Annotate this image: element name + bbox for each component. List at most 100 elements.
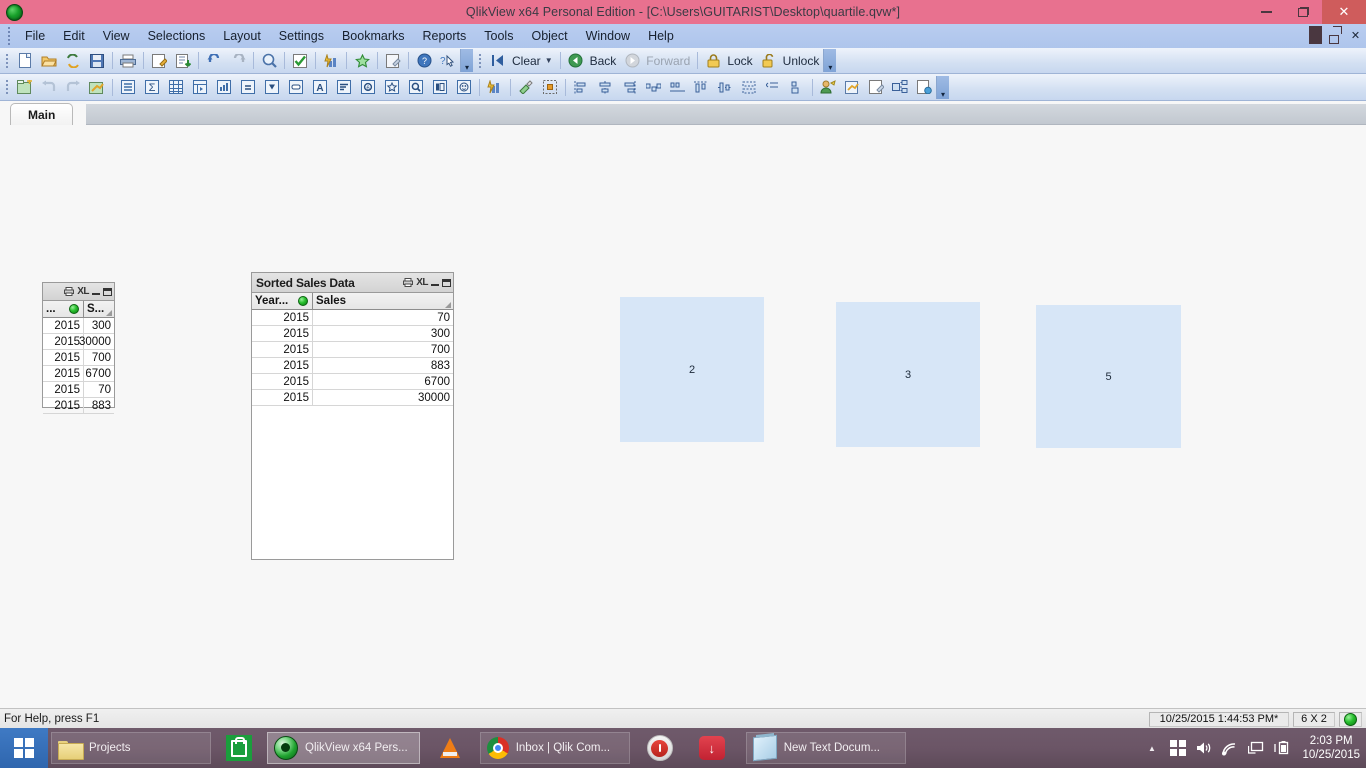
network-icon[interactable] bbox=[1221, 740, 1238, 757]
menu-item-selections[interactable]: Selections bbox=[139, 26, 215, 46]
context-help-icon[interactable]: ? bbox=[437, 50, 459, 71]
sheet-canvas[interactable]: XL ... S... 2015 300 2015 30000 2015 700… bbox=[0, 125, 1366, 708]
standard-toolbar-overflow-button[interactable]: ▾ bbox=[460, 49, 473, 72]
text-object-quartile-3[interactable]: 5 bbox=[1036, 305, 1181, 448]
object-layout-icon[interactable] bbox=[889, 77, 911, 98]
taskbar-downloader[interactable]: ↓ bbox=[694, 732, 730, 764]
chevron-down-icon[interactable]: ▼ bbox=[545, 56, 553, 65]
selection-toolbar-grip-icon[interactable] bbox=[476, 51, 484, 71]
mdi-minimize-button[interactable] bbox=[1309, 26, 1322, 44]
new-container-icon[interactable] bbox=[429, 77, 451, 98]
column-header-year[interactable]: Year... bbox=[252, 293, 312, 309]
search-icon[interactable] bbox=[258, 50, 280, 71]
windows-start-icon[interactable] bbox=[0, 728, 48, 768]
display-icon[interactable] bbox=[1247, 740, 1264, 757]
menu-item-window[interactable]: Window bbox=[577, 26, 639, 46]
print-icon[interactable] bbox=[117, 50, 139, 71]
quick-chart-wizard-icon[interactable] bbox=[320, 50, 342, 71]
text-object-quartile-1[interactable]: 2 bbox=[620, 297, 764, 442]
new-statistics-box-icon[interactable]: Σ bbox=[141, 77, 163, 98]
taskbar-chrome[interactable]: Inbox | Qlik Com... bbox=[479, 732, 630, 764]
redo-icon[interactable] bbox=[227, 50, 249, 71]
sheet-properties-2-icon[interactable] bbox=[865, 77, 887, 98]
windows-tray-icon[interactable] bbox=[1169, 740, 1186, 757]
lock-button[interactable]: Lock bbox=[725, 50, 756, 71]
align-left-icon[interactable] bbox=[570, 77, 592, 98]
new-multi-box-icon[interactable] bbox=[261, 77, 283, 98]
back-button[interactable]: Back bbox=[588, 50, 621, 71]
tray-clock[interactable]: 2:03 PM 10/25/2015 bbox=[1302, 734, 1360, 762]
menu-item-view[interactable]: View bbox=[94, 26, 139, 46]
show-hidden-icons-button[interactable]: ▲ bbox=[1143, 740, 1160, 757]
table-row[interactable]: 2015 6700 bbox=[43, 366, 114, 382]
print-icon[interactable] bbox=[403, 276, 414, 289]
next-sheet-icon[interactable] bbox=[62, 77, 84, 98]
grid-icon[interactable] bbox=[539, 77, 561, 98]
new-expression-box-icon[interactable] bbox=[237, 77, 259, 98]
previous-sheet-icon[interactable] bbox=[38, 77, 60, 98]
format-painter-icon[interactable] bbox=[515, 77, 537, 98]
new-pivot-table-icon[interactable] bbox=[189, 77, 211, 98]
taskbar-projects[interactable]: Projects bbox=[51, 732, 211, 764]
distribute-horizontal-icon[interactable] bbox=[642, 77, 664, 98]
user-preferences-icon[interactable] bbox=[817, 77, 839, 98]
new-table-box-icon[interactable] bbox=[165, 77, 187, 98]
taskbar-vlc[interactable] bbox=[432, 732, 468, 764]
sorted-sales-data-table[interactable]: Sorted Sales Data XL Year... Sales 2015 … bbox=[251, 272, 454, 560]
volume-icon[interactable] bbox=[1195, 740, 1212, 757]
table-row[interactable]: 2015 6700 bbox=[252, 374, 453, 390]
text-object-quartile-2[interactable]: 3 bbox=[836, 302, 980, 447]
table-row[interactable]: 2015 300 bbox=[43, 318, 114, 334]
export-to-excel-icon[interactable]: XL bbox=[416, 276, 428, 289]
lock-icon[interactable] bbox=[702, 50, 724, 71]
open-document-icon[interactable] bbox=[38, 50, 60, 71]
resize-icon[interactable] bbox=[786, 77, 808, 98]
edit-script-icon[interactable] bbox=[148, 50, 170, 71]
menu-item-bookmarks[interactable]: Bookmarks bbox=[333, 26, 414, 46]
distribute-vertical-icon[interactable] bbox=[738, 77, 760, 98]
menu-grip-icon[interactable] bbox=[4, 27, 13, 45]
taskbar-notepad[interactable]: New Text Docum... bbox=[745, 732, 906, 764]
new-sheet-icon[interactable] bbox=[14, 77, 36, 98]
table-row[interactable]: 2015 30000 bbox=[43, 334, 114, 350]
selection-toolbar-overflow-button[interactable]: ▾ bbox=[823, 49, 837, 72]
design-toolbar-overflow-button[interactable]: ▾ bbox=[936, 75, 949, 99]
edit-module-icon[interactable] bbox=[382, 50, 404, 71]
taskbar-store[interactable] bbox=[221, 732, 257, 764]
menu-item-tools[interactable]: Tools bbox=[475, 26, 522, 46]
unlock-icon[interactable] bbox=[758, 50, 780, 71]
align-top-icon[interactable] bbox=[690, 77, 712, 98]
table-row[interactable]: 2015 700 bbox=[252, 342, 453, 358]
table-row[interactable]: 2015 883 bbox=[43, 398, 114, 414]
help-icon[interactable]: ? bbox=[413, 50, 435, 71]
window-close-button[interactable]: ✕ bbox=[1322, 0, 1366, 24]
add-bookmark-icon[interactable] bbox=[351, 50, 373, 71]
sheet-tab-main[interactable]: Main bbox=[10, 103, 74, 125]
sales-list-box[interactable]: XL ... S... 2015 300 2015 30000 2015 700… bbox=[42, 282, 115, 414]
new-search-object-icon[interactable] bbox=[405, 77, 427, 98]
mdi-close-button[interactable]: ✕ bbox=[1349, 26, 1362, 44]
menu-item-settings[interactable]: Settings bbox=[270, 26, 333, 46]
battery-icon[interactable] bbox=[1273, 740, 1290, 757]
new-chart-icon[interactable] bbox=[213, 77, 235, 98]
align-center-horizontal-icon[interactable] bbox=[594, 77, 616, 98]
minimize-icon[interactable] bbox=[431, 276, 439, 289]
space-vertical-icon[interactable] bbox=[762, 77, 784, 98]
toolbar-grip-icon[interactable] bbox=[3, 51, 11, 71]
column-header-year[interactable]: ... bbox=[43, 301, 83, 317]
space-horizontal-icon[interactable] bbox=[666, 77, 688, 98]
table-viewer-icon[interactable] bbox=[172, 50, 194, 71]
table-row[interactable]: 2015 883 bbox=[252, 358, 453, 374]
table-row[interactable]: 2015 70 bbox=[43, 382, 114, 398]
align-middle-icon[interactable] bbox=[714, 77, 736, 98]
window-minimize-button[interactable] bbox=[1248, 0, 1285, 24]
column-header-sales[interactable]: S... bbox=[83, 301, 114, 317]
new-current-selections-icon[interactable] bbox=[333, 77, 355, 98]
publish-icon[interactable] bbox=[913, 77, 935, 98]
column-header-sales[interactable]: Sales bbox=[312, 293, 453, 309]
maximize-icon[interactable] bbox=[103, 285, 112, 298]
taskbar-power[interactable] bbox=[642, 732, 678, 764]
quick-chart-icon[interactable] bbox=[484, 77, 506, 98]
minimize-icon[interactable] bbox=[92, 285, 100, 298]
reload-icon[interactable] bbox=[62, 50, 84, 71]
